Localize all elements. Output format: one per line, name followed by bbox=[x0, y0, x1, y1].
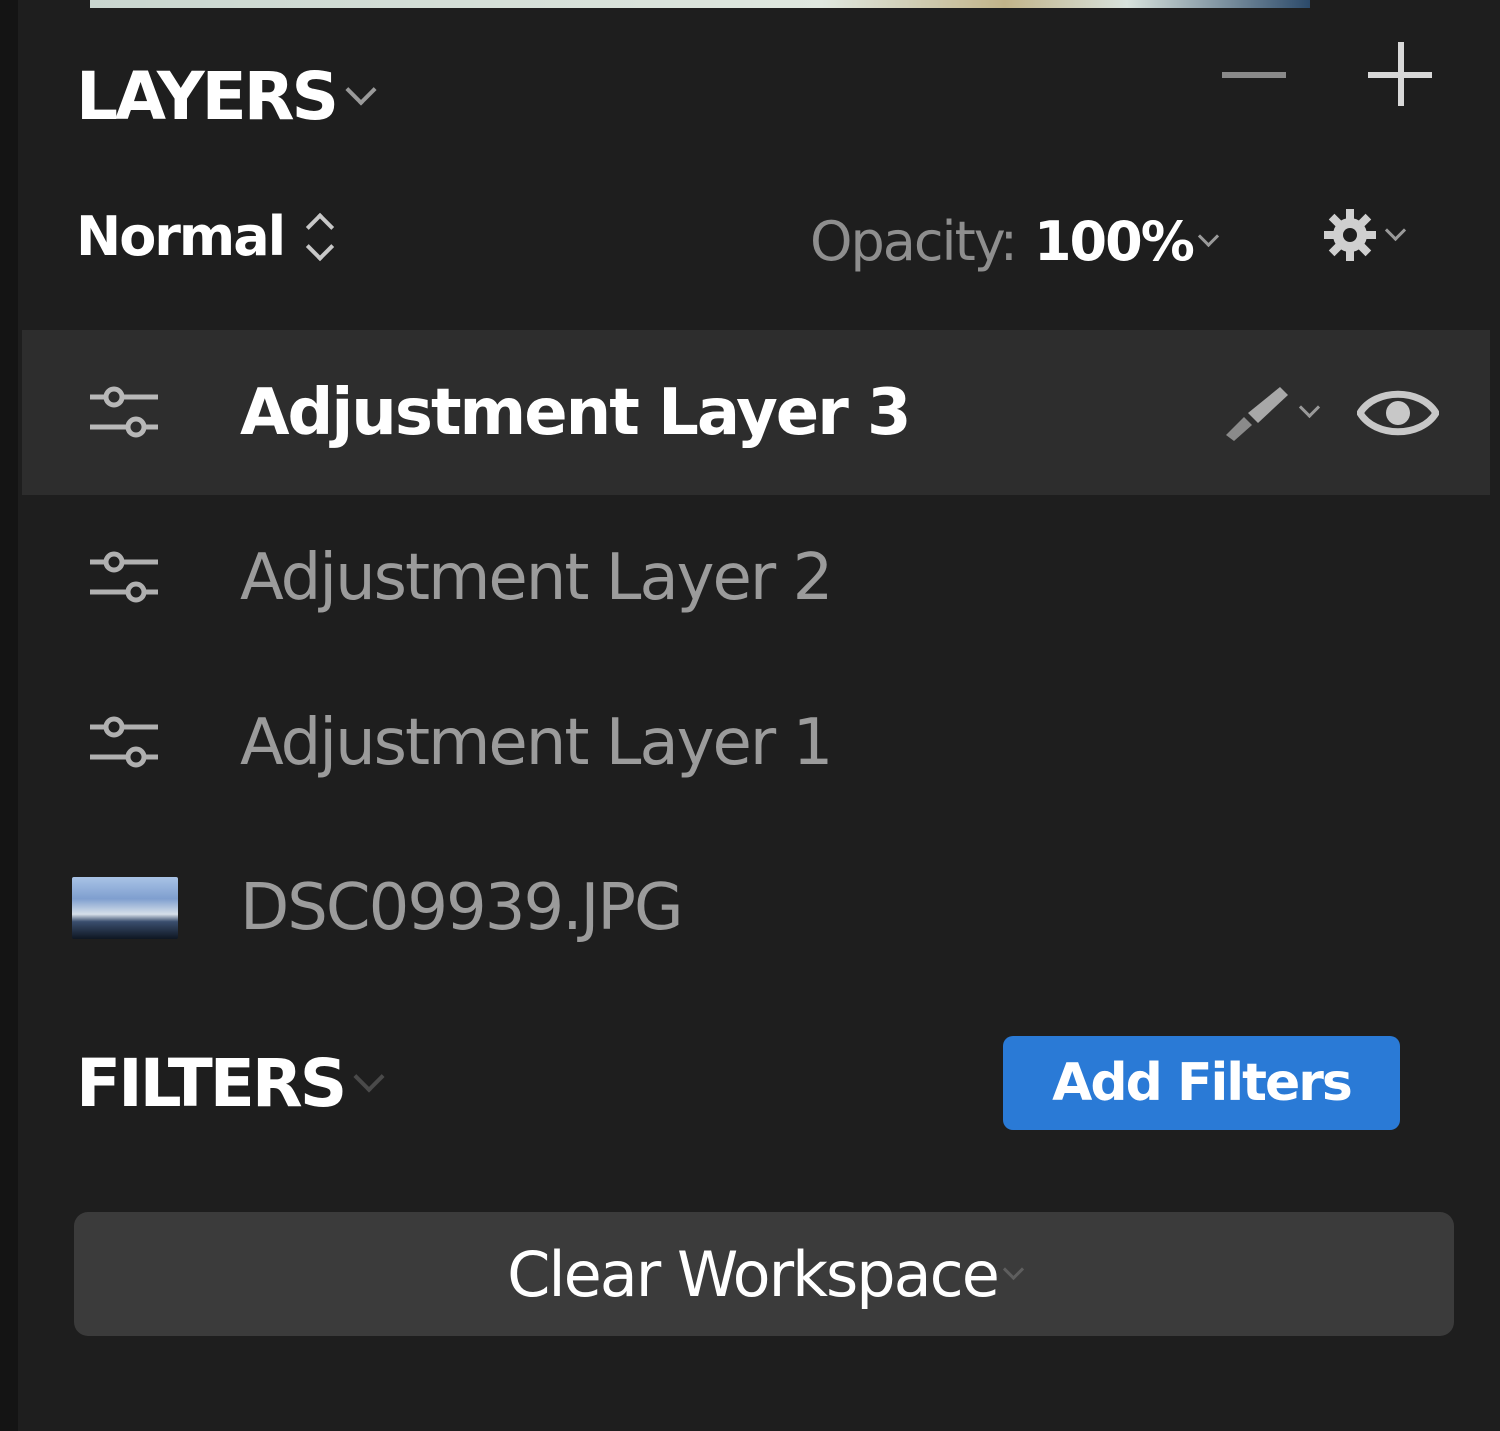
layers-list: Adjustment Layer 3 Adjustment Layer 2 Ad… bbox=[22, 330, 1490, 990]
opacity-value: 100% bbox=[1033, 210, 1195, 273]
layer-row[interactable]: Adjustment Layer 2 bbox=[22, 495, 1490, 660]
sliders-icon bbox=[90, 551, 158, 602]
filters-title: FILTERS bbox=[76, 1045, 347, 1122]
clear-workspace-button[interactable]: Clear Workspace bbox=[74, 1212, 1454, 1336]
clear-workspace-label: Clear Workspace bbox=[507, 1237, 1000, 1311]
layer-name: Adjustment Layer 3 bbox=[240, 375, 912, 450]
opacity-control[interactable]: Opacity: 100% bbox=[810, 210, 1219, 273]
chevron-down-icon bbox=[345, 73, 377, 106]
layers-header[interactable]: LAYERS bbox=[76, 58, 377, 135]
layers-panel: LAYERS Normal Opacity: 100% Adjustment L… bbox=[0, 0, 1500, 1431]
layer-name: DSC09939.JPG bbox=[240, 870, 684, 945]
sliders-icon bbox=[90, 716, 158, 767]
gear-icon bbox=[1324, 209, 1376, 261]
add-filters-button[interactable]: Add Filters bbox=[1003, 1036, 1400, 1130]
layer-row[interactable]: Adjustment Layer 3 bbox=[22, 330, 1490, 495]
filters-header[interactable]: FILTERS bbox=[76, 1045, 385, 1122]
opacity-label: Opacity: bbox=[810, 210, 1018, 273]
brush-icon bbox=[1226, 386, 1288, 441]
image-thumbnail bbox=[72, 876, 178, 939]
layer-settings-button[interactable] bbox=[1320, 205, 1407, 265]
blend-mode-value: Normal bbox=[76, 205, 286, 268]
chevron-down-icon bbox=[353, 1060, 385, 1093]
sliders-icon bbox=[90, 386, 158, 437]
remove-layer-button[interactable] bbox=[1220, 40, 1290, 110]
layers-title: LAYERS bbox=[76, 58, 339, 135]
layer-mask-button[interactable] bbox=[1222, 383, 1321, 443]
layer-name: Adjustment Layer 2 bbox=[240, 540, 833, 615]
add-layer-button[interactable] bbox=[1366, 40, 1436, 110]
panel-edge bbox=[0, 0, 18, 1431]
chevron-down-icon bbox=[1384, 219, 1407, 241]
blend-mode-select[interactable]: Normal bbox=[76, 205, 340, 268]
updown-arrows-icon bbox=[300, 207, 340, 267]
chevron-down-icon bbox=[1002, 1258, 1024, 1280]
chevron-down-icon bbox=[1298, 396, 1321, 419]
layer-row[interactable]: Adjustment Layer 1 bbox=[22, 660, 1490, 825]
chevron-down-icon bbox=[1197, 225, 1219, 248]
layer-row[interactable]: DSC09939.JPG bbox=[22, 825, 1490, 990]
eye-icon[interactable] bbox=[1357, 384, 1439, 442]
layer-name: Adjustment Layer 1 bbox=[240, 705, 833, 780]
image-preview-strip bbox=[90, 0, 1310, 8]
